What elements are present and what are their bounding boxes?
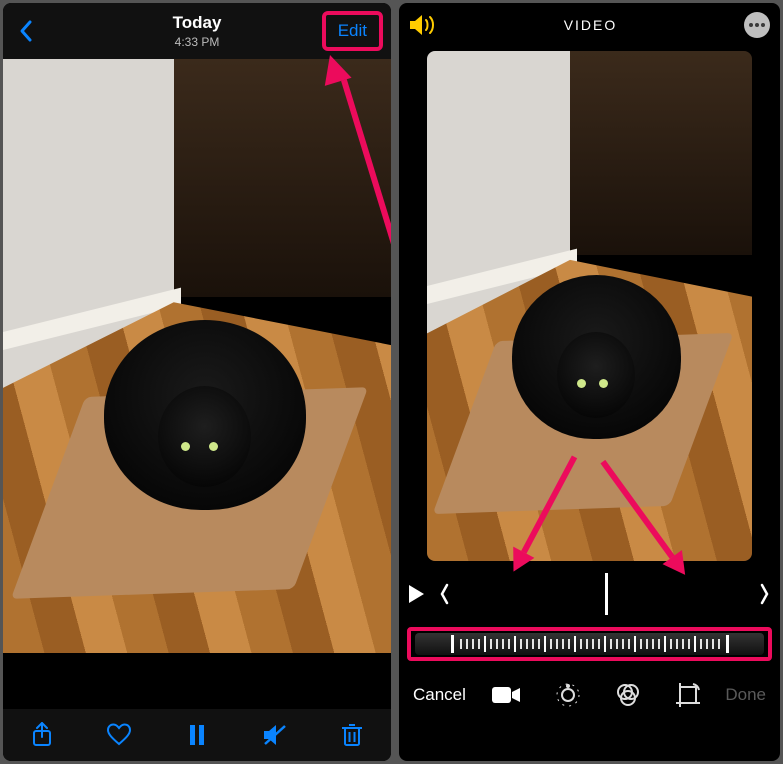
- speaker-on-icon: [409, 14, 437, 36]
- edit-button[interactable]: Edit: [322, 11, 383, 51]
- mute-button[interactable]: [259, 719, 291, 751]
- adjust-tab[interactable]: [555, 682, 581, 708]
- adjust-dial-icon: [555, 682, 581, 708]
- heart-icon: [106, 723, 132, 747]
- editor-header: VIDEO: [399, 3, 780, 47]
- favorite-button[interactable]: [103, 719, 135, 751]
- editor-mode-title: VIDEO: [564, 17, 618, 33]
- viewer-toolbar: [3, 709, 391, 761]
- crop-tab[interactable]: [675, 682, 701, 708]
- pause-button[interactable]: [181, 719, 213, 751]
- chevron-left-icon: [439, 579, 449, 609]
- slider-ticks: [458, 633, 722, 655]
- back-button[interactable]: [11, 19, 41, 43]
- trim-end-handle[interactable]: [758, 579, 772, 609]
- playhead[interactable]: [605, 573, 608, 615]
- video-preview-image: [3, 59, 391, 653]
- pause-icon: [188, 724, 206, 746]
- done-button[interactable]: Done: [725, 685, 766, 705]
- slider-end-right: [726, 635, 729, 653]
- delete-button[interactable]: [336, 719, 368, 751]
- thumbnail-selected[interactable]: [220, 660, 262, 702]
- thumbnail[interactable]: [176, 660, 218, 702]
- chevron-left-icon: [18, 19, 34, 43]
- play-button[interactable]: [407, 584, 431, 604]
- play-icon: [407, 584, 425, 604]
- share-button[interactable]: [26, 719, 58, 751]
- adjustment-slider-highlight: [407, 627, 772, 661]
- video-preview-image: [427, 51, 752, 561]
- crop-rotate-icon: [675, 682, 701, 708]
- share-icon: [31, 722, 53, 748]
- viewer-header: Today 4:33 PM Edit: [3, 3, 391, 59]
- slider-end-left: [451, 635, 454, 653]
- thumbnail[interactable]: [132, 660, 174, 702]
- editor-toolbar: Cancel: [399, 667, 780, 723]
- video-filmstrip[interactable]: [457, 573, 752, 615]
- more-button[interactable]: [744, 12, 770, 38]
- filters-tab[interactable]: [615, 682, 641, 708]
- speaker-muted-icon: [262, 724, 288, 746]
- ellipsis-icon: [749, 23, 765, 27]
- chevron-right-icon: [760, 579, 770, 609]
- video-tab[interactable]: [491, 685, 521, 705]
- trash-icon: [341, 723, 363, 747]
- cancel-button[interactable]: Cancel: [413, 685, 466, 705]
- timeline-row: [399, 569, 780, 619]
- photos-viewer-screen: Today 4:33 PM Edit: [3, 3, 391, 761]
- thumbnail-strip[interactable]: [3, 653, 391, 709]
- editor-canvas[interactable]: [399, 47, 780, 569]
- volume-button[interactable]: [409, 14, 437, 36]
- video-editor-screen: VIDEO: [399, 3, 780, 761]
- photo-viewport[interactable]: [3, 59, 391, 653]
- filters-icon: [615, 682, 641, 708]
- video-camera-icon: [491, 685, 521, 705]
- trim-start-handle[interactable]: [437, 579, 451, 609]
- adjustment-slider[interactable]: [415, 633, 764, 655]
